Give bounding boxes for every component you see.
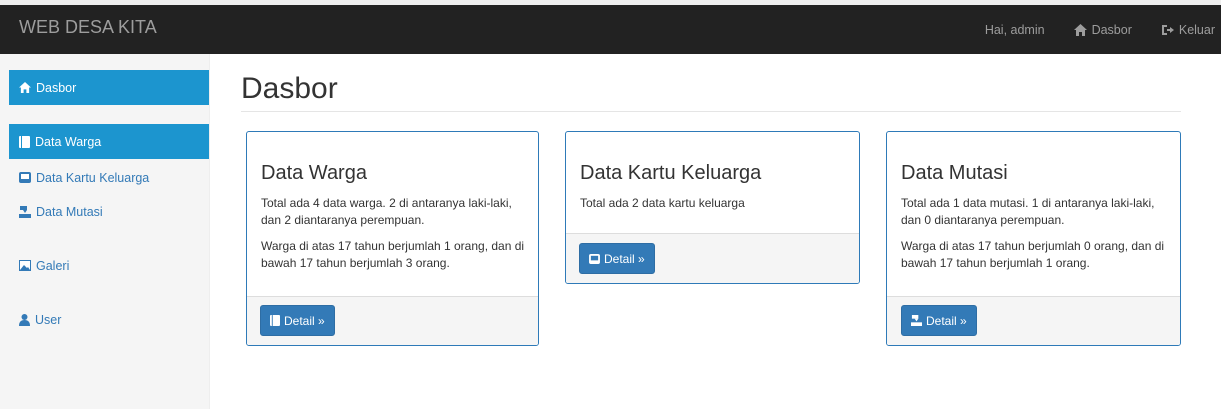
nav-dashboard-link[interactable]: Dasbor xyxy=(1073,22,1132,37)
sidebar-item-label: Data Mutasi xyxy=(36,204,103,219)
logout-icon xyxy=(1161,24,1174,35)
card-data-mutasi: Data Mutasi Total ada 1 data mutasi. 1 d… xyxy=(886,131,1181,346)
card-footer: Detail » xyxy=(887,296,1180,345)
card-title: Data Kartu Keluarga xyxy=(580,162,762,184)
sidebar-item-galeri[interactable]: Galeri xyxy=(9,248,209,283)
detail-button[interactable]: Detail » xyxy=(579,243,655,274)
nav-dashboard-label: Dasbor xyxy=(1091,22,1132,37)
card-data-warga: Data Warga Total ada 4 data warga. 2 di … xyxy=(246,131,539,346)
sidebar-item-label: User xyxy=(35,312,62,327)
card-title: Data Warga xyxy=(261,162,367,184)
sidebar-item-label: Galeri xyxy=(36,258,70,273)
card-text: Total ada 2 data kartu keluarga xyxy=(580,196,745,210)
card-title: Data Mutasi xyxy=(901,162,1008,184)
card-text: Total ada 1 data mutasi. 1 di antaranya … xyxy=(901,196,1155,227)
sidebar-item-dasbor[interactable]: Dasbor xyxy=(9,70,209,105)
top-navbar: WEB DESA KITA Hai, admin Dasbor Keluar xyxy=(0,0,1221,54)
home-icon xyxy=(1073,23,1087,36)
title-divider xyxy=(241,111,1181,112)
detail-button[interactable]: Detail » xyxy=(901,305,977,336)
greeting-text: Hai, admin xyxy=(984,22,1045,37)
sidebar-item-data-warga[interactable]: Data Warga xyxy=(9,124,209,159)
sidebar-item-data-kartu-keluarga[interactable]: Data Kartu Keluarga xyxy=(9,160,209,195)
detail-button-label: Detail » xyxy=(284,313,325,328)
card-data-kartu-keluarga: Data Kartu Keluarga Total ada 2 data kar… xyxy=(565,131,860,284)
picture-icon xyxy=(19,260,31,271)
page-title: Dasbor xyxy=(241,72,338,105)
sidebar-item-data-mutasi[interactable]: Data Mutasi xyxy=(9,194,209,229)
user-icon xyxy=(19,313,30,326)
sidebar: Dasbor Data Warga Data Kartu Keluarga Da… xyxy=(0,54,210,409)
card-footer: Detail » xyxy=(247,296,538,345)
detail-button[interactable]: Detail » xyxy=(260,305,335,336)
transfer-icon xyxy=(911,315,922,326)
sidebar-item-label: Data Kartu Keluarga xyxy=(36,170,150,185)
card-text: Total ada 4 data warga. 2 di antaranya l… xyxy=(261,196,512,227)
card-icon xyxy=(19,172,31,183)
book-icon xyxy=(19,135,30,148)
detail-button-label: Detail » xyxy=(926,313,967,328)
detail-button-label: Detail » xyxy=(604,251,645,266)
sidebar-item-user[interactable]: User xyxy=(9,302,209,337)
book-icon xyxy=(270,315,280,326)
card-text: Warga di atas 17 tahun berjumlah 1 orang… xyxy=(261,239,525,270)
card-text: Warga di atas 17 tahun berjumlah 0 orang… xyxy=(901,239,1165,270)
transfer-icon xyxy=(19,205,31,218)
brand-link[interactable]: WEB DESA KITA xyxy=(19,17,157,38)
nav-logout-link[interactable]: Keluar xyxy=(1161,23,1215,37)
home-icon xyxy=(19,82,31,93)
nav-logout-label: Keluar xyxy=(1178,22,1215,37)
sidebar-item-label: Dasbor xyxy=(36,80,77,95)
card-icon xyxy=(589,253,600,264)
navbar-right: Hai, admin Dasbor Keluar xyxy=(985,5,1221,54)
card-footer: Detail » xyxy=(566,233,859,283)
sidebar-item-label: Data Warga xyxy=(35,134,102,149)
